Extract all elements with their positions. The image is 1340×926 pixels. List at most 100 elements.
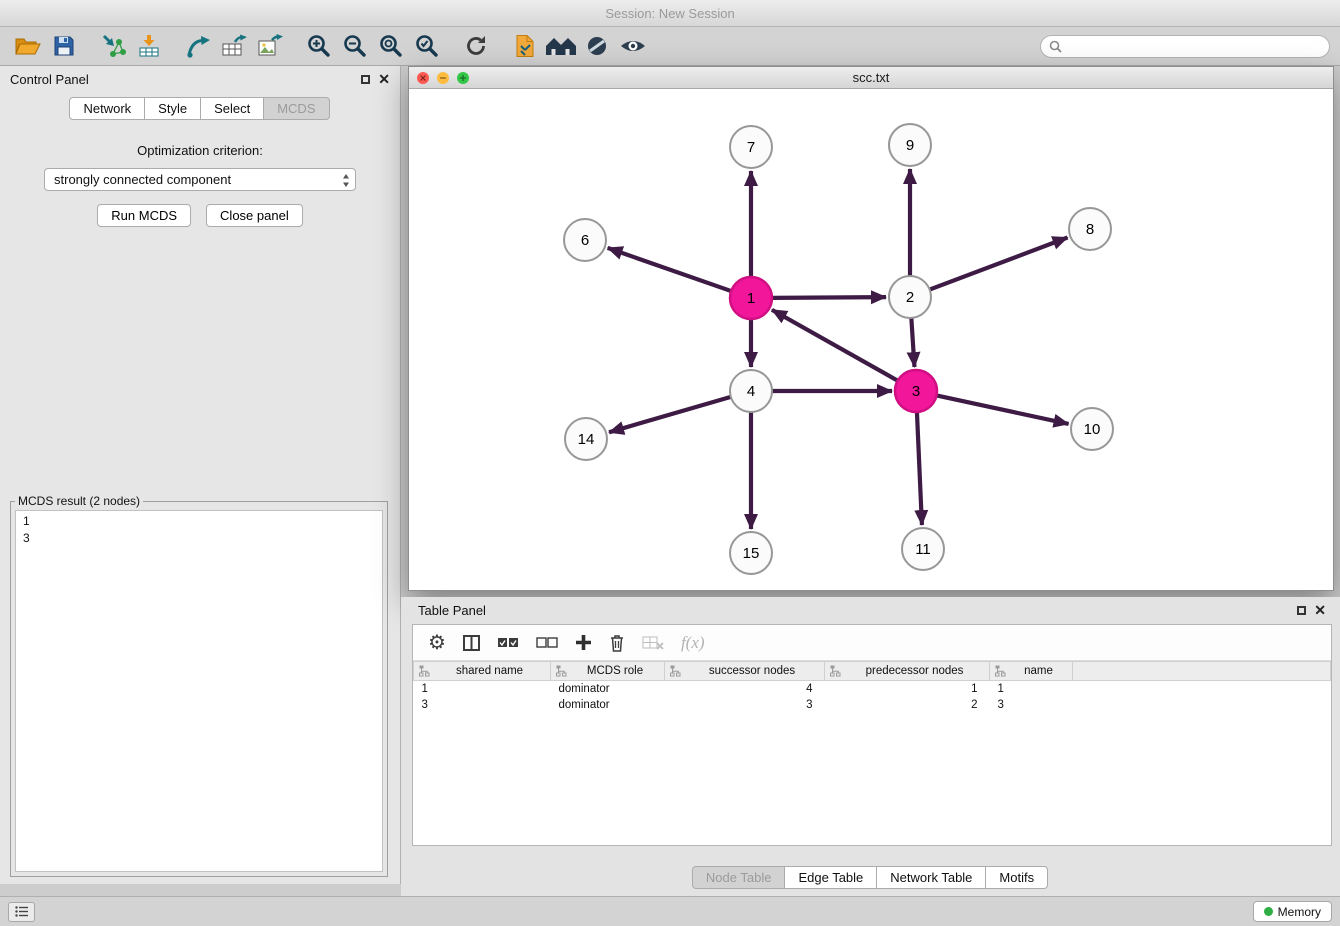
close-table-panel-icon[interactable]: ✕ bbox=[1314, 605, 1326, 615]
edge-3-1[interactable] bbox=[772, 310, 898, 381]
select-all-icon[interactable] bbox=[497, 637, 519, 649]
zoom-out-button[interactable] bbox=[337, 30, 373, 62]
table-panel-header: Table Panel ✕ bbox=[401, 597, 1340, 623]
status-bar: Memory bbox=[0, 896, 1340, 926]
table-tab-motifs[interactable]: Motifs bbox=[985, 866, 1048, 889]
table-tab-edge-table[interactable]: Edge Table bbox=[784, 866, 877, 889]
main-toolbar bbox=[0, 27, 1340, 66]
export-table-icon bbox=[221, 34, 247, 58]
column-header-predecessor-nodes[interactable]: predecessor nodes bbox=[825, 662, 990, 681]
column-header-shared-name[interactable]: shared name bbox=[414, 662, 551, 681]
zoom-fit-button[interactable] bbox=[373, 30, 409, 62]
table-row[interactable]: 1dominator411 bbox=[414, 681, 1331, 697]
show-hide-button[interactable] bbox=[615, 30, 651, 62]
table-tab-network-table[interactable]: Network Table bbox=[876, 866, 986, 889]
svg-text:1: 1 bbox=[747, 290, 755, 307]
function-builder-icon: f(x) bbox=[681, 633, 705, 653]
node-7[interactable]: 7 bbox=[730, 126, 772, 168]
node-8[interactable]: 8 bbox=[1069, 208, 1111, 250]
network-graph[interactable]: 7 9 6 8 1 2 4 3 14 10 15 11 bbox=[409, 89, 1333, 590]
attribute-icon bbox=[556, 665, 567, 677]
first-neighbors-icon bbox=[514, 34, 536, 58]
export-network-icon bbox=[185, 34, 211, 58]
tab-network[interactable]: Network bbox=[69, 97, 145, 120]
export-network-button[interactable] bbox=[180, 30, 216, 62]
node-15[interactable]: 15 bbox=[730, 532, 772, 574]
deselect-all-icon[interactable] bbox=[536, 637, 558, 649]
node-4[interactable]: 4 bbox=[730, 370, 772, 412]
network-home-button[interactable] bbox=[543, 30, 579, 62]
table-row[interactable]: 3dominator323 bbox=[414, 697, 1331, 713]
import-table-button[interactable] bbox=[131, 30, 167, 62]
column-header-name[interactable]: name bbox=[990, 662, 1073, 681]
svg-text:7: 7 bbox=[747, 139, 755, 156]
task-history-button[interactable] bbox=[8, 902, 35, 922]
import-network-button[interactable] bbox=[95, 30, 131, 62]
run-mcds-button[interactable]: Run MCDS bbox=[97, 204, 191, 227]
column-header-successor-nodes[interactable]: successor nodes bbox=[665, 662, 825, 681]
first-neighbors-button[interactable] bbox=[507, 30, 543, 62]
node-10[interactable]: 10 bbox=[1071, 408, 1113, 450]
columns-icon[interactable] bbox=[463, 635, 480, 651]
edge-1-2[interactable] bbox=[772, 297, 886, 298]
column-header-MCDS-role[interactable]: MCDS role bbox=[551, 662, 665, 681]
network-canvas[interactable]: 7 9 6 8 1 2 4 3 14 10 15 11 bbox=[409, 89, 1333, 590]
close-window-icon[interactable] bbox=[417, 72, 429, 84]
table-cell: 4 bbox=[665, 681, 825, 697]
search-icon bbox=[1049, 40, 1062, 53]
table-panel: Table Panel ✕ ⚙ bbox=[401, 597, 1340, 896]
edge-3-11[interactable] bbox=[917, 412, 922, 525]
open-file-button[interactable] bbox=[10, 30, 46, 62]
refresh-button[interactable] bbox=[458, 30, 494, 62]
plus-icon[interactable] bbox=[575, 634, 592, 651]
export-image-button[interactable] bbox=[252, 30, 288, 62]
title-bar: Session: New Session bbox=[0, 0, 1340, 27]
tab-style[interactable]: Style bbox=[144, 97, 201, 120]
node-9[interactable]: 9 bbox=[889, 124, 931, 166]
export-table-button[interactable] bbox=[216, 30, 252, 62]
memory-button[interactable]: Memory bbox=[1253, 901, 1332, 922]
table-cell-filler bbox=[1073, 697, 1331, 713]
tab-select[interactable]: Select bbox=[200, 97, 264, 120]
edge-4-14[interactable] bbox=[609, 397, 731, 432]
search-box[interactable] bbox=[1040, 35, 1330, 58]
search-input[interactable] bbox=[1067, 39, 1321, 54]
svg-text:4: 4 bbox=[747, 383, 755, 400]
edge-3-10[interactable] bbox=[937, 395, 1069, 424]
chevron-up-down-icon bbox=[342, 173, 350, 188]
zoom-in-button[interactable] bbox=[301, 30, 337, 62]
control-panel-tabs: NetworkStyleSelectMCDS bbox=[0, 97, 400, 120]
table-tab-node-table[interactable]: Node Table bbox=[692, 866, 786, 889]
minimize-window-icon[interactable] bbox=[437, 72, 449, 84]
network-window-titlebar[interactable]: scc.txt bbox=[409, 67, 1333, 89]
close-panel-icon[interactable]: ✕ bbox=[378, 74, 390, 84]
node-11[interactable]: 11 bbox=[902, 528, 944, 570]
column-header-filler bbox=[1073, 662, 1331, 681]
node-2[interactable]: 2 bbox=[889, 276, 931, 318]
gear-icon[interactable]: ⚙ bbox=[428, 633, 446, 653]
zoom-in-icon bbox=[307, 34, 331, 58]
maximize-window-icon[interactable] bbox=[457, 72, 469, 84]
float-panel-icon[interactable] bbox=[361, 75, 370, 84]
table-cell: 3 bbox=[414, 697, 551, 713]
mcds-result-line: 1 bbox=[23, 513, 375, 530]
node-table-header-row: shared nameMCDS rolesuccessor nodesprede… bbox=[414, 662, 1331, 681]
node-6[interactable]: 6 bbox=[564, 219, 606, 261]
node-1[interactable]: 1 bbox=[730, 277, 772, 319]
node-14[interactable]: 14 bbox=[565, 418, 607, 460]
zoom-selected-button[interactable] bbox=[409, 30, 445, 62]
tab-mcds[interactable]: MCDS bbox=[263, 97, 329, 120]
edge-2-8[interactable] bbox=[930, 237, 1068, 289]
edge-1-6[interactable] bbox=[608, 248, 732, 291]
attribute-icon bbox=[830, 665, 841, 677]
node-3[interactable]: 3 bbox=[895, 370, 937, 412]
style-button[interactable] bbox=[579, 30, 615, 62]
save-session-button[interactable] bbox=[46, 30, 82, 62]
mcds-result-list: 13 bbox=[15, 510, 383, 872]
trash-icon[interactable] bbox=[609, 634, 625, 652]
memory-label: Memory bbox=[1278, 905, 1321, 919]
close-panel-button[interactable]: Close panel bbox=[206, 204, 303, 227]
criterion-dropdown[interactable]: strongly connected component bbox=[44, 168, 356, 191]
float-table-panel-icon[interactable] bbox=[1297, 606, 1306, 615]
edge-2-3[interactable] bbox=[911, 318, 914, 367]
